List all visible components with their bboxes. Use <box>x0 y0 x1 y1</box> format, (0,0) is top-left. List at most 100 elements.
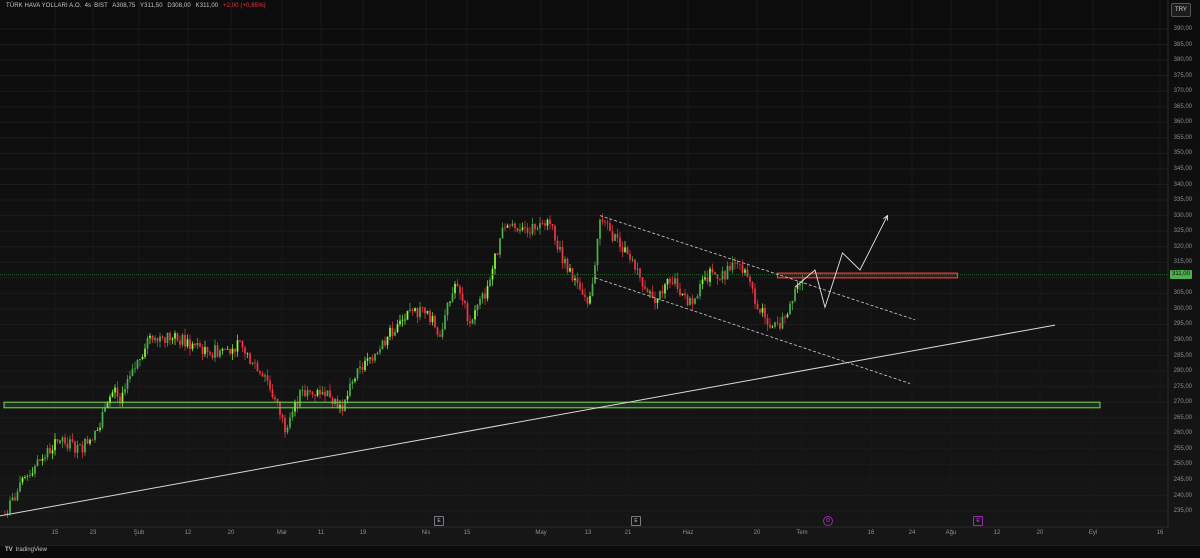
candle-body <box>189 339 191 349</box>
candle-body <box>326 390 329 397</box>
candle-body <box>389 327 391 337</box>
price-tick-label: 350,00 <box>1173 150 1192 157</box>
candle-body <box>586 296 589 304</box>
candle-body <box>201 346 204 355</box>
earnings-event-icon[interactable]: E <box>973 516 983 526</box>
candle-body <box>236 340 239 352</box>
candle-body <box>471 319 474 324</box>
currency-button[interactable]: TRY <box>1171 3 1191 17</box>
candle-body <box>346 395 349 400</box>
time-tick-label: 19 <box>359 530 367 536</box>
time-tick-label: May <box>535 530 547 536</box>
candle-body <box>764 308 766 318</box>
candle-body <box>551 224 554 226</box>
candle-body <box>286 427 289 433</box>
candle-body <box>359 366 361 369</box>
candle-body <box>516 227 519 232</box>
candle-body <box>304 390 306 397</box>
candle-body <box>301 390 304 391</box>
price-tick-label: 275,00 <box>1173 383 1192 390</box>
candle-body <box>101 411 104 428</box>
candle-body <box>141 356 144 360</box>
candle-body <box>241 340 244 348</box>
candle-body <box>274 397 276 400</box>
price-tick-label: 240,00 <box>1173 492 1192 499</box>
candle-body <box>226 348 229 350</box>
candle-body <box>129 376 131 379</box>
candle-body <box>544 223 546 226</box>
dividend-event-icon[interactable]: D <box>823 516 833 526</box>
candle-body <box>514 223 516 228</box>
candle-body <box>14 497 16 501</box>
candle-body <box>71 439 74 442</box>
time-tick-label: 20 <box>227 530 235 536</box>
candle-body <box>309 390 311 392</box>
candle-body <box>639 268 641 278</box>
candle-body <box>31 473 34 476</box>
symbol-header[interactable]: TÜRK HAVA YOLLARI A.O. 4s BIST A308,75 Y31… <box>6 3 269 9</box>
candle-body <box>431 316 434 323</box>
earnings-event-icon[interactable]: E <box>631 516 641 526</box>
candle-body <box>316 390 319 396</box>
time-tick-label: 13 <box>584 530 592 536</box>
price-tick-label: 300,00 <box>1173 305 1192 312</box>
tradingview-logo[interactable]: TV tradingView <box>5 547 47 553</box>
earnings-event-icon[interactable]: E <box>434 516 444 526</box>
candle-body <box>796 285 799 289</box>
price-tick-label: 305,00 <box>1173 290 1192 297</box>
candle-body <box>724 271 726 280</box>
candle-body <box>671 282 674 284</box>
price-tick-label: 245,00 <box>1173 476 1192 483</box>
ohlc-open: A308,75 <box>112 3 136 9</box>
candle-body <box>381 340 384 350</box>
candle-body <box>34 465 36 474</box>
candle-body <box>699 284 701 297</box>
symbol-name[interactable]: TÜRK HAVA YOLLARI A.O. <box>6 3 82 9</box>
candle-body <box>239 340 241 342</box>
candle-body <box>404 319 406 321</box>
candle-body <box>719 278 721 280</box>
candle-body <box>654 297 656 303</box>
price-tick-label: 330,00 <box>1173 212 1192 219</box>
candle-body <box>626 247 629 254</box>
candle-body <box>351 381 354 384</box>
candle-body <box>136 359 139 369</box>
time-tick-label: 24 <box>908 530 916 536</box>
candle-body <box>696 296 699 299</box>
candle-body <box>166 332 169 344</box>
candle-body <box>376 352 379 355</box>
candle-body <box>61 437 64 442</box>
candle-body <box>504 227 506 229</box>
candle-body <box>291 411 294 418</box>
candle-body <box>556 240 559 250</box>
price-tick-label: 340,00 <box>1173 181 1192 188</box>
time-tick-label: Şub <box>133 530 145 536</box>
candle-body <box>254 362 256 364</box>
candle-body <box>604 221 606 223</box>
candle-body <box>559 246 561 250</box>
candle-body <box>9 500 11 514</box>
candle-body <box>534 223 536 230</box>
candle-body <box>179 340 181 345</box>
candle-body <box>284 417 286 433</box>
candle-body <box>624 247 626 253</box>
symbol-timeframe[interactable]: 4s <box>85 3 92 9</box>
candle-body <box>406 310 409 320</box>
candle-body <box>251 362 254 364</box>
price-chart[interactable] <box>0 0 1200 557</box>
candle-body <box>681 293 684 296</box>
candle-body <box>49 448 51 454</box>
candle-body <box>21 477 24 483</box>
candle-body <box>94 430 96 440</box>
price-tick-label: 370,00 <box>1173 88 1192 95</box>
candle-body <box>569 268 571 272</box>
candle-body <box>211 354 214 358</box>
candle-body <box>204 347 206 355</box>
candle-body <box>734 262 736 264</box>
footer-bar <box>0 545 1200 558</box>
candle-body <box>494 253 496 269</box>
candle-body <box>444 315 446 330</box>
candle-body <box>64 437 66 444</box>
candle-body <box>264 375 266 377</box>
candle-body <box>771 326 774 328</box>
